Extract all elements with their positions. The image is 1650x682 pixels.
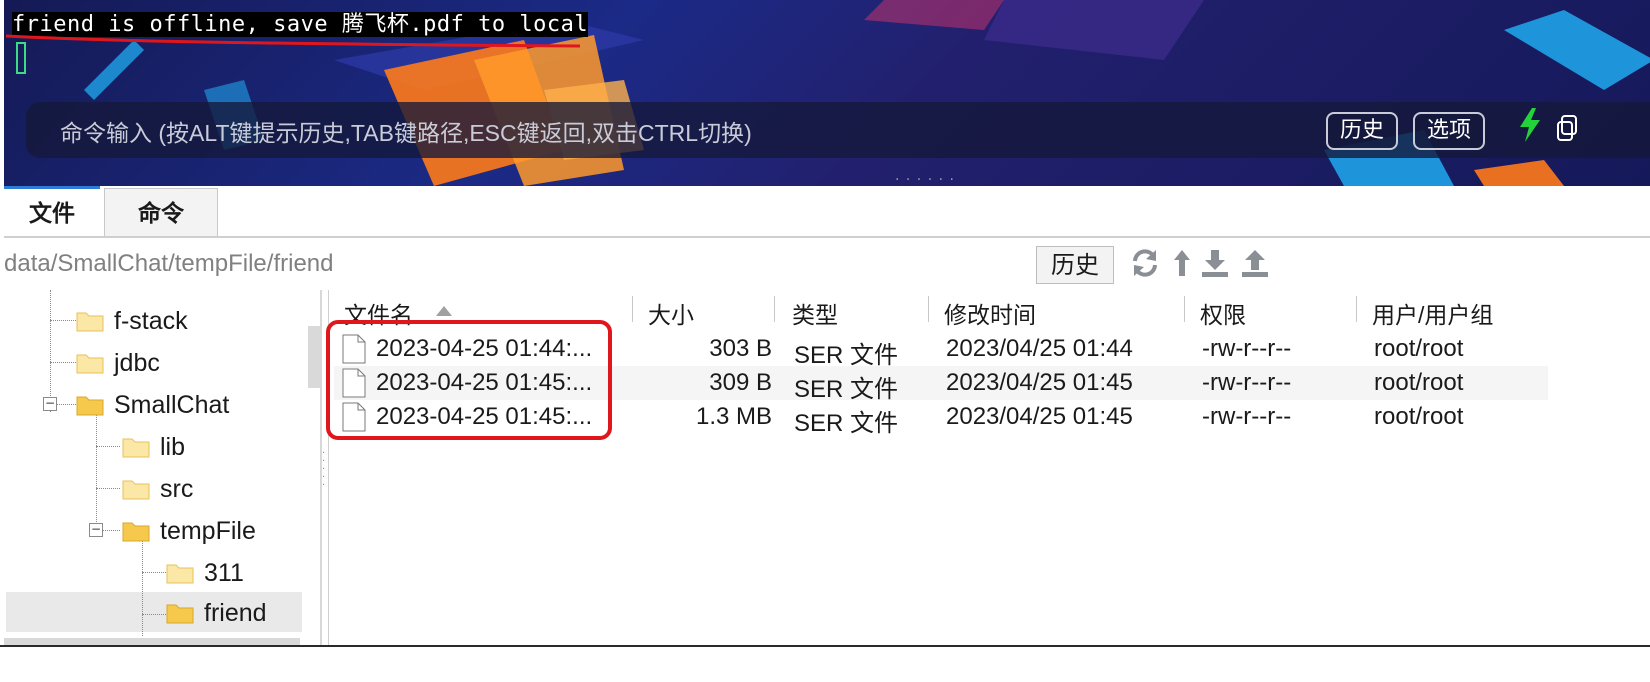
file-modified: 2023/04/25 01:45 bbox=[946, 403, 1133, 430]
tab-commands[interactable]: 命令 bbox=[104, 188, 218, 236]
file-owner: root/root bbox=[1374, 335, 1464, 362]
lightning-icon[interactable] bbox=[1518, 108, 1542, 142]
file-size: 309 B bbox=[709, 369, 772, 396]
tree-connector bbox=[50, 320, 76, 321]
up-directory-icon[interactable] bbox=[1172, 248, 1192, 278]
path-field[interactable]: data/SmallChat/tempFile/friend bbox=[4, 250, 333, 278]
file-size: 303 B bbox=[709, 335, 772, 362]
tree-connector bbox=[142, 540, 143, 636]
blank-area bbox=[0, 647, 1650, 682]
tree-connector bbox=[142, 614, 166, 615]
upload-icon[interactable] bbox=[1240, 248, 1270, 278]
column-header-type[interactable]: 类型 bbox=[792, 296, 838, 330]
path-history-button[interactable]: 历史 bbox=[1036, 246, 1114, 284]
file-permissions: -rw-r--r-- bbox=[1202, 403, 1292, 430]
annotation-highlight-box bbox=[326, 320, 612, 440]
folder-icon bbox=[76, 354, 104, 374]
tree-connector bbox=[142, 572, 166, 573]
tree-connector bbox=[56, 404, 76, 405]
tree-item-311[interactable]: 311 bbox=[166, 552, 244, 594]
column-header-size[interactable]: 大小 bbox=[648, 296, 694, 330]
column-separator[interactable] bbox=[632, 296, 633, 322]
tree-item-smallchat[interactable]: SmallChat bbox=[76, 384, 229, 426]
column-header-permissions[interactable]: 权限 bbox=[1200, 296, 1246, 330]
file-permissions: -rw-r--r-- bbox=[1202, 369, 1292, 396]
command-history-button[interactable]: 历史 bbox=[1326, 112, 1399, 150]
tree-connector bbox=[102, 530, 120, 531]
folder-open-icon bbox=[76, 396, 104, 416]
file-type: SER 文件 bbox=[794, 376, 899, 403]
folder-icon bbox=[76, 312, 104, 332]
tree-item-jdbc[interactable]: jdbc bbox=[76, 342, 160, 384]
command-options-button[interactable]: 选项 bbox=[1413, 112, 1486, 150]
terminal-panel[interactable]: friend is offline, save 腾飞杯.pdf to local bbox=[4, 0, 1650, 186]
file-size: 1.3 MB bbox=[695, 403, 772, 430]
tab-bar: 文件 命令 bbox=[4, 186, 1650, 238]
pane-resize-grip[interactable]: · · · · · bbox=[322, 449, 328, 491]
tree-connector bbox=[96, 488, 120, 489]
tree-connector bbox=[96, 414, 97, 536]
sort-ascending-icon bbox=[436, 306, 452, 316]
tree-item-friend[interactable]: friend bbox=[166, 592, 267, 634]
command-input[interactable]: 命令输入 (按ALT键提示历史,TAB键路径,ESC键返回,双击CTRL切换) bbox=[60, 114, 752, 148]
splitter-handle[interactable]: · · · · · · bbox=[895, 173, 955, 187]
folder-open-icon bbox=[122, 522, 150, 542]
file-owner: root/root bbox=[1374, 403, 1464, 430]
column-separator[interactable] bbox=[1356, 296, 1357, 322]
tree-item-tempfile[interactable]: tempFile bbox=[122, 510, 256, 552]
folder-icon bbox=[166, 564, 194, 584]
file-permissions: -rw-r--r-- bbox=[1202, 335, 1292, 362]
column-header-owner[interactable]: 用户/用户组 bbox=[1372, 296, 1493, 330]
collapse-icon[interactable]: − bbox=[43, 397, 57, 411]
tree-item-f-stack[interactable]: f-stack bbox=[76, 300, 188, 342]
tree-connector bbox=[50, 362, 76, 363]
file-modified: 2023/04/25 01:44 bbox=[946, 335, 1133, 362]
file-type: SER 文件 bbox=[794, 410, 899, 437]
tree-connector bbox=[96, 446, 120, 447]
directory-tree[interactable]: − − f-stack jdbc SmallChat lib src tempF… bbox=[4, 290, 322, 682]
file-modified: 2023/04/25 01:45 bbox=[946, 369, 1133, 396]
folder-icon bbox=[122, 480, 150, 500]
tree-item-lib[interactable]: lib bbox=[122, 426, 185, 468]
tree-connector bbox=[50, 290, 51, 412]
column-header-modified[interactable]: 修改时间 bbox=[944, 296, 1036, 330]
folder-open-icon bbox=[166, 604, 194, 624]
tree-vertical-scrollbar[interactable] bbox=[308, 326, 320, 388]
tree-item-src[interactable]: src bbox=[122, 468, 193, 510]
column-separator[interactable] bbox=[928, 296, 929, 322]
column-separator[interactable] bbox=[1184, 296, 1185, 322]
download-icon[interactable] bbox=[1200, 248, 1230, 278]
refresh-icon[interactable] bbox=[1130, 248, 1160, 278]
tab-files[interactable]: 文件 bbox=[4, 186, 100, 236]
file-type: SER 文件 bbox=[794, 342, 899, 369]
terminal-cursor bbox=[16, 42, 26, 74]
copy-icon[interactable] bbox=[1556, 114, 1578, 142]
column-separator[interactable] bbox=[774, 296, 775, 322]
annotation-underline bbox=[5, 34, 581, 48]
file-owner: root/root bbox=[1374, 369, 1464, 396]
collapse-icon[interactable]: − bbox=[89, 523, 103, 537]
folder-icon bbox=[122, 438, 150, 458]
